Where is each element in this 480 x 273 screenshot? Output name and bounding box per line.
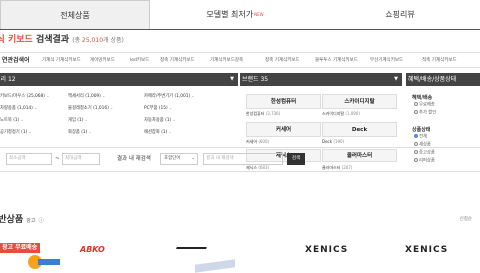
product-condition-heading: 상품상태 [412, 127, 431, 133]
related-keywords-bar: 연관검색어 기계식 기계식키보드 게이밍키보드 led키보드 청축 기계식키보드… [0, 52, 480, 68]
category-item[interactable]: PC부품 (15)⌄ [144, 106, 172, 112]
abko-logo: ABKO [80, 245, 105, 254]
category-item[interactable]: 패션잡화 (1)⌄ [144, 130, 172, 136]
category-panel-header[interactable]: 카테고리 12▼ [0, 73, 238, 86]
product-card[interactable]: XENICS [305, 243, 375, 273]
tab-bar [0, 0, 480, 30]
product-card[interactable]: XENICS [405, 243, 475, 273]
search-result-title: 기계식 키보드 검색결과 (총 25,010개 상품) [0, 32, 124, 48]
category-item[interactable]: 액세서리 (1,009)⌄ [68, 94, 105, 100]
research-label: 결과 내 재검색 [117, 156, 151, 162]
section-title: 일반상품 광고 ⓘ [0, 215, 44, 225]
chevron-down-icon: ⌄ [84, 118, 88, 123]
chevron-down-icon: ⌄ [33, 106, 38, 111]
product-card[interactable]: 광고 무료배송 [0, 243, 60, 273]
category-item[interactable]: 자동차용품 (1)⌄ [144, 118, 176, 124]
chevron-down-icon: ⌄ [191, 94, 195, 99]
category-item[interactable]: 노트북 (1)⌄ [0, 118, 24, 124]
product-image[interactable] [195, 259, 235, 273]
brand-checkbox-label[interactable]: 한성컴퓨터 (3,736) [246, 111, 280, 116]
include-word-select[interactable]: 포함단어 ⌄ [160, 153, 198, 165]
related-keyword[interactable]: 청축 기계식키보드 [265, 53, 300, 68]
brand-logo-button[interactable]: 스카이디지탈 [322, 94, 397, 109]
chevron-down-icon: ⌄ [168, 130, 172, 135]
radio-icon [414, 102, 418, 106]
sort-option[interactable]: 신청순 [460, 216, 472, 222]
category-item[interactable]: 화장품 (1)⌄ [68, 130, 92, 136]
related-keyword[interactable]: 청축 기계식키보드 [160, 53, 195, 68]
chevron-down-icon: ▼ [394, 76, 398, 82]
extra-discount-option[interactable]: 추가 할인 [414, 110, 436, 117]
price-range-separator: ~ [55, 156, 60, 162]
chevron-down-icon: ⌄ [191, 156, 195, 161]
result-count: (총 25,010개 상품) [72, 37, 124, 44]
chevron-down-icon: ⌄ [20, 118, 24, 123]
radio-icon [414, 110, 418, 114]
radio-icon [414, 134, 418, 138]
brand-logo-button[interactable]: Deck [322, 122, 397, 137]
related-keyword[interactable]: 무선기계식키보드 [370, 53, 403, 68]
chevron-down-icon: ⌄ [168, 106, 173, 111]
chevron-down-icon: ⌄ [45, 94, 50, 99]
research-search-button[interactable]: 검색 [287, 153, 305, 165]
shipping-benefit-heading: 혜택/배송 [412, 95, 433, 101]
category-item[interactable]: 키보드/마우스 (25,068)⌄ [0, 94, 50, 100]
category-item[interactable]: 게임 (1)⌄ [68, 118, 88, 124]
category-item[interactable]: 공기청정기 (1)⌄ [0, 130, 32, 136]
related-keyword[interactable]: 적축 기계식키보드 [422, 53, 457, 68]
related-keyword[interactable]: 기계식 기계식키보드 [42, 53, 81, 68]
brand-logo-button[interactable]: 한성컴퓨터 [246, 94, 321, 109]
category-item[interactable]: 차량용품 (1,014)⌄ [0, 106, 37, 112]
ad-banner: 광고 무료배송 [0, 243, 60, 273]
chevron-down-icon: ⌄ [28, 130, 32, 135]
radio-icon [414, 142, 418, 146]
benefit-panel-header[interactable]: 혜택/배송/상품상태 [406, 73, 480, 86]
product-card[interactable]: ABKO [80, 243, 140, 273]
research-input[interactable]: 결과 내 재검색 [203, 153, 283, 165]
condition-all-option[interactable]: 전체 [414, 134, 427, 141]
max-price-input[interactable]: 최대금액 [62, 153, 100, 165]
chevron-down-icon: ⌄ [88, 130, 92, 135]
xenics-emblem [173, 247, 207, 257]
category-item[interactable]: 카메라/주변기기 (1,001)⌄ [144, 94, 195, 100]
xenics-logo: XENICS [305, 245, 349, 255]
xenics-logo: XENICS [405, 245, 449, 255]
related-keyword[interactable]: 기계식키보드갈축 [210, 53, 243, 68]
info-icon: ⓘ [38, 218, 44, 224]
min-price-input[interactable]: 최소금액 [6, 153, 52, 165]
chevron-down-icon: ⌄ [172, 118, 176, 123]
free-shipping-option[interactable]: 무료배송 [414, 102, 435, 109]
brand-panel-header[interactable]: 브랜드 35 ▼ [240, 73, 402, 86]
chevron-down-icon: ▼ [230, 76, 234, 82]
related-keyword[interactable]: led키보드 [130, 53, 149, 68]
brand-logo-button[interactable]: 커세어 [246, 122, 321, 137]
related-keyword[interactable]: 블루투스 기계식키보드 [315, 53, 358, 68]
search-keyword: 기계식 키보드 [0, 35, 33, 45]
brand-checkbox-label[interactable]: 커세어 (600) [246, 139, 269, 144]
related-keywords-label: 연관검색어 [2, 57, 30, 64]
brand-checkbox-label[interactable]: Deck (190) [322, 139, 344, 144]
brand-checkbox-label[interactable]: 스카이디지탈 (1,090) [322, 111, 360, 116]
category-item[interactable]: 물걸레청소기 (1,016)⌄ [68, 106, 113, 112]
related-keyword[interactable]: 게이밍키보드 [90, 53, 115, 68]
chevron-down-icon: ⌄ [109, 106, 114, 111]
chevron-down-icon: ⌄ [101, 94, 106, 99]
